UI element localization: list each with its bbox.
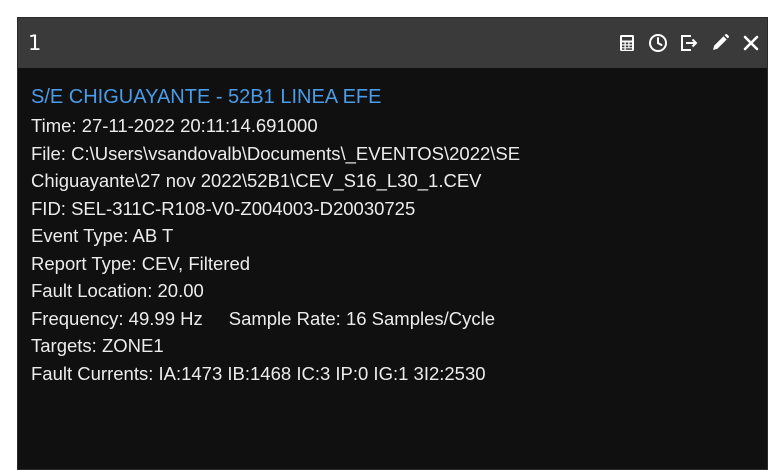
event-summary-window: 1 S/E CHIGUAYANTE - 52B1 LINEA EFE Time:… [17,17,768,470]
event-time: Time: 27-11-2022 20:11:14.691000 [31,115,318,136]
export-icon[interactable] [675,18,703,68]
window-toolbar [610,18,765,68]
calculator-icon[interactable] [613,18,641,68]
frequency: Frequency: 49.99 Hz [31,307,203,329]
event-details: S/E CHIGUAYANTE - 52B1 LINEA EFE Time: 2… [18,68,767,387]
sample-rate: Sample Rate: 16 Samples/Cycle [228,307,496,329]
file-path-line-1: File: C:\Users\vsandovalb\Documents\_EVE… [31,142,521,164]
station-name: S/E CHIGUAYANTE - 52B1 LINEA EFE [31,86,382,108]
file-path-line-2: Chiguayante\27 nov 2022\52B1\CEV_S16_L30… [31,170,482,191]
window-title: 1 [28,31,42,55]
pencil-icon[interactable] [706,18,734,68]
fault-currents: Fault Currents: IA:1473 IB:1468 IC:3 IP:… [31,362,486,384]
frequency-sample-rate-row: Frequency: 49.99 Hz Sample Rate: 16 Sampl… [31,305,767,333]
window-titlebar[interactable]: 1 [18,18,767,68]
fid: FID: SEL-311C-R108-V0-Z004003-D20030725 [31,197,416,219]
clock-icon[interactable] [644,18,672,68]
fault-location: Fault Location: 20.00 [31,280,204,301]
close-icon[interactable] [737,18,765,68]
targets: Targets: ZONE1 [31,335,164,356]
report-type: Report Type: CEV, Filtered [31,252,251,274]
event-type: Event Type: AB T [31,225,174,246]
